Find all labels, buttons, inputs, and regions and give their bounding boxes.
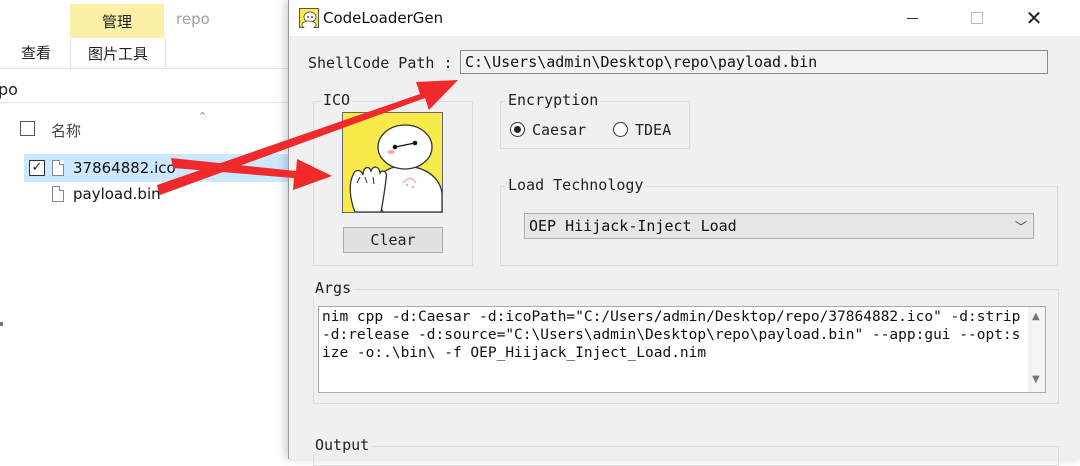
maximize-icon xyxy=(971,12,983,24)
radio-selected-dot xyxy=(514,126,521,133)
tdea-radio[interactable] xyxy=(613,122,628,137)
explorer-folder-title: repo xyxy=(176,10,210,28)
load-technology-select[interactable]: OEP Hiijack-Inject Load ﹀ xyxy=(524,213,1034,239)
minimize-button[interactable] xyxy=(889,0,935,36)
shellcode-path-label: ShellCode Path : xyxy=(308,54,453,72)
sidebar-edge-mark xyxy=(0,322,3,326)
caesar-radio-label[interactable]: Caesar xyxy=(532,121,586,139)
encryption-group-title: Encryption xyxy=(506,91,601,109)
select-all-checkbox[interactable] xyxy=(20,121,35,136)
tdea-radio-label[interactable]: TDEA xyxy=(635,121,671,139)
args-scrollbar[interactable]: ▲ ▼ xyxy=(1028,307,1045,392)
file-icon xyxy=(52,186,64,202)
scroll-down-icon[interactable]: ▼ xyxy=(1032,374,1040,385)
close-button[interactable]: ✕ xyxy=(1011,0,1057,36)
output-group-title: Output xyxy=(313,436,372,454)
file-row-checkbox[interactable]: ✓ xyxy=(29,160,45,176)
close-icon: ✕ xyxy=(1025,6,1043,30)
scroll-up-icon[interactable]: ▲ xyxy=(1032,311,1040,322)
title-bar[interactable]: CodeLoaderGen ✕ xyxy=(289,0,1080,36)
args-command-text: nim cpp -d:Caesar -d:icoPath="C:/Users/a… xyxy=(322,309,1030,361)
address-bar-text: po xyxy=(0,80,18,99)
tab-view[interactable]: 查看 xyxy=(21,42,51,63)
load-technology-selected-value: OEP Hiijack-Inject Load xyxy=(529,217,737,235)
tab-manage[interactable]: 管理 xyxy=(70,4,164,38)
chevron-down-icon: ﹀ xyxy=(1014,220,1027,234)
output-group xyxy=(313,446,1059,466)
column-header-name[interactable]: 名称 xyxy=(51,120,81,141)
file-icon xyxy=(52,160,64,176)
args-textarea[interactable]: nim cpp -d:Caesar -d:icoPath="C:/Users/a… xyxy=(318,306,1046,393)
tab-picture-tools[interactable]: 图片工具 xyxy=(70,38,166,68)
baymax-icon xyxy=(343,113,442,212)
args-group-title: Args xyxy=(313,279,354,297)
address-bar[interactable] xyxy=(0,70,300,103)
load-technology-group-title: Load Technology xyxy=(506,176,646,194)
clear-button[interactable]: Clear xyxy=(343,227,443,253)
caesar-radio[interactable] xyxy=(510,122,525,137)
minimize-icon xyxy=(906,17,918,19)
codeloadergen-window: CodeLoaderGen ✕ ShellCode Path : C:\User… xyxy=(288,0,1080,466)
ico-group-title: ICO xyxy=(321,91,353,109)
ico-preview-image[interactable] xyxy=(342,112,443,213)
app-icon xyxy=(299,8,319,28)
window-title: CodeLoaderGen xyxy=(323,9,444,27)
file-name-payload[interactable]: payload.bin xyxy=(73,185,161,203)
shellcode-path-field[interactable]: C:\Users\admin\Desktop\repo\payload.bin xyxy=(460,50,1048,74)
sort-up-icon: ⌃ xyxy=(198,110,208,123)
maximize-button[interactable] xyxy=(954,0,1000,36)
file-name-ico[interactable]: 37864882.ico xyxy=(73,159,176,177)
